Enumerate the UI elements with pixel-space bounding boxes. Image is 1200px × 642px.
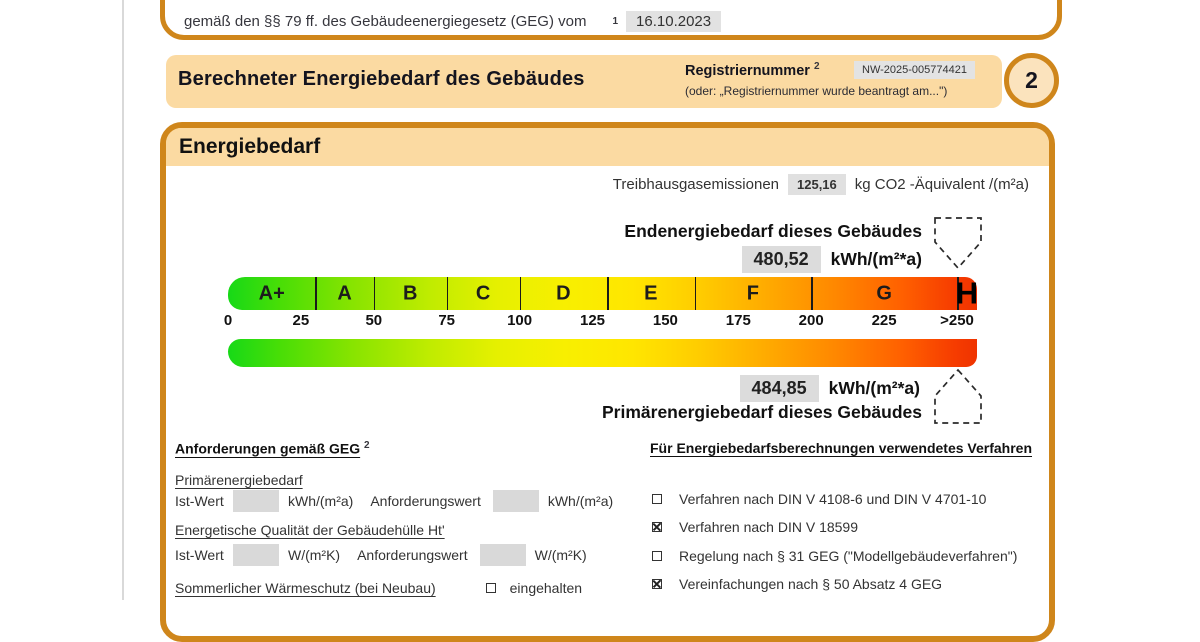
scale-class-E: E bbox=[644, 282, 657, 305]
verfahren-item-label: Vereinfachungen nach § 50 Absatz 4 GEG bbox=[679, 576, 942, 592]
anforderungswert-field[interactable] bbox=[493, 490, 539, 512]
verfahren-item-label: Regelung nach § 31 GEG ("Modellgebäudeve… bbox=[679, 548, 1017, 564]
scale-tick: 225 bbox=[872, 312, 897, 329]
end-energy-value-row: 480,52 kWh/(m²*a) bbox=[742, 246, 922, 273]
scale-tick: 150 bbox=[653, 312, 678, 329]
anforderungswert-label: Anforderungswert bbox=[357, 547, 468, 563]
scale-letter-bar: A+ A B C D E F G H bbox=[228, 277, 977, 310]
ist-wert-field[interactable] bbox=[233, 544, 279, 566]
primary-energy-unit: kWh/(m²*a) bbox=[829, 378, 920, 399]
geg-date-field[interactable]: 16.10.2023 bbox=[626, 11, 721, 32]
verfahren-item: Verfahren nach DIN V 18599 bbox=[652, 519, 1017, 536]
primary-energy-value-row: 484,85 kWh/(m²*a) bbox=[740, 375, 920, 402]
checkbox-unchecked[interactable] bbox=[652, 551, 662, 561]
envelope-quality-heading: Energetische Qualität der Gebäudehülle H… bbox=[175, 522, 445, 538]
scale-divider bbox=[520, 277, 522, 310]
checkbox-eingehalten[interactable] bbox=[486, 583, 496, 593]
verfahren-item-label: Verfahren nach DIN V 18599 bbox=[679, 519, 858, 535]
verfahren-item: Regelung nach § 31 GEG ("Modellgebäudeve… bbox=[652, 547, 1017, 564]
end-energy-marker-icon bbox=[930, 213, 986, 273]
verfahren-heading: Für Energiebedarfsberechnungen verwendet… bbox=[650, 440, 1032, 456]
verfahren-list: Verfahren nach DIN V 4108-6 und DIN V 47… bbox=[652, 490, 1017, 604]
scale-class-B: B bbox=[403, 282, 417, 305]
end-energy-value-field: 480,52 bbox=[742, 246, 821, 273]
ist-wert-unit: kWh/(m²a) bbox=[288, 493, 353, 509]
scale-tick: 50 bbox=[365, 312, 382, 329]
anforderungswert-field[interactable] bbox=[480, 544, 526, 566]
geg-intro-box: gemäß den §§ 79 ff. des Gebäudeenergiege… bbox=[160, 0, 1062, 40]
ghg-value-field: 125,16 bbox=[788, 174, 846, 195]
section-title: Berechneter Energiebedarf des Gebäudes bbox=[178, 68, 585, 91]
ist-wert-label: Ist-Wert bbox=[175, 547, 233, 563]
ist-wert-unit: W/(m²K) bbox=[288, 547, 340, 563]
requirements-heading: Anforderungen gemäß GEG 2 bbox=[175, 440, 370, 457]
ist-wert-field[interactable] bbox=[233, 490, 279, 512]
scale-tick: 175 bbox=[726, 312, 751, 329]
geg-intro-text: gemäß den §§ 79 ff. des Gebäudeenergiege… bbox=[184, 13, 586, 30]
scale-class-F: F bbox=[747, 282, 759, 305]
scale-class-H: H bbox=[956, 275, 978, 311]
footnote-2: 2 bbox=[814, 61, 820, 72]
registration-number-value: NW-2025-005774421 bbox=[854, 61, 975, 79]
scale-divider bbox=[695, 277, 697, 310]
verfahren-item: Vereinfachungen nach § 50 Absatz 4 GEG bbox=[652, 576, 1017, 593]
scale-tick: 200 bbox=[799, 312, 824, 329]
registration-number-label: Registriernummer 2 bbox=[685, 61, 820, 79]
anforderungswert-unit: W/(m²K) bbox=[535, 547, 587, 563]
scale-class-A: A bbox=[337, 282, 351, 305]
anforderungswert-unit: kWh/(m²a) bbox=[548, 493, 613, 509]
scale-class-G: G bbox=[876, 282, 892, 305]
ghg-row: Treibhausgasemissionen 125,16 kg CO2 -Äq… bbox=[613, 174, 1029, 195]
footnote-2: 2 bbox=[364, 440, 370, 451]
scale-class-C: C bbox=[476, 282, 490, 305]
primary-energy-label: Primärenergiebedarf dieses Gebäudes bbox=[602, 402, 922, 423]
energiebedarf-header: Energiebedarf bbox=[166, 128, 1049, 166]
primary-energy-value-field: 484,85 bbox=[740, 375, 819, 402]
energiebedarf-title: Energiebedarf bbox=[179, 135, 320, 159]
scale-class-D: D bbox=[556, 282, 570, 305]
checkbox-unchecked[interactable] bbox=[652, 494, 662, 504]
energiebedarf-box: Energiebedarf Treibhausgasemissionen 125… bbox=[160, 122, 1055, 642]
primary-requirement-heading: Primärenergiebedarf bbox=[175, 472, 303, 488]
verfahren-item-label: Verfahren nach DIN V 4108-6 und DIN V 47… bbox=[679, 491, 986, 507]
summer-heat-protection-row: Sommerlicher Wärmeschutz (bei Neubau) ei… bbox=[175, 580, 582, 596]
primary-energy-marker-icon bbox=[930, 366, 986, 428]
scale-gradient-bar bbox=[228, 339, 977, 367]
scale-tick: 0 bbox=[224, 312, 232, 329]
geg-intro-line: gemäß den §§ 79 ff. des Gebäudeenergiege… bbox=[184, 11, 721, 32]
verfahren-item: Verfahren nach DIN V 4108-6 und DIN V 47… bbox=[652, 490, 1017, 507]
scale-class-A+: A+ bbox=[259, 282, 285, 305]
scale-tick: 75 bbox=[438, 312, 455, 329]
footnote-1: 1 bbox=[612, 16, 618, 27]
scale-divider bbox=[607, 277, 609, 310]
primary-requirement-row: Ist-Wert kWh/(m²a) Anforderungswert kWh/… bbox=[175, 490, 613, 512]
summer-heat-protection-heading: Sommerlicher Wärmeschutz (bei Neubau) bbox=[175, 580, 436, 596]
page-edge-line bbox=[122, 0, 124, 600]
scale-divider bbox=[374, 277, 376, 310]
scale-tick: >250 bbox=[940, 312, 974, 329]
registration-number-note: (oder: „Registriernummer wurde beantragt… bbox=[685, 84, 947, 98]
scale-divider bbox=[315, 277, 317, 310]
ist-wert-label: Ist-Wert bbox=[175, 493, 233, 509]
checkbox-checked[interactable] bbox=[652, 522, 662, 532]
ghg-unit: kg CO2 -Äquivalent /(m²a) bbox=[855, 176, 1029, 193]
ghg-label: Treibhausgasemissionen bbox=[613, 176, 779, 193]
envelope-quality-row: Ist-Wert W/(m²K) Anforderungswert W/(m²K… bbox=[175, 544, 587, 566]
anforderungswert-label: Anforderungswert bbox=[370, 493, 481, 509]
scale-tick-row: 0255075100125150175200225>250 bbox=[228, 312, 977, 336]
scale-tick: 125 bbox=[580, 312, 605, 329]
scale-divider bbox=[811, 277, 813, 310]
eingehalten-label: eingehalten bbox=[510, 580, 582, 596]
end-energy-label: Endenergiebedarf dieses Gebäudes bbox=[624, 221, 922, 242]
energy-certificate-page: { "colors": { "accent_orange": "#CF861B"… bbox=[0, 0, 1200, 600]
checkbox-checked[interactable] bbox=[652, 579, 662, 589]
section-band: Berechneter Energiebedarf des Gebäudes R… bbox=[166, 55, 1002, 108]
scale-tick: 100 bbox=[507, 312, 532, 329]
page-number-badge: 2 bbox=[1004, 53, 1059, 108]
end-energy-unit: kWh/(m²*a) bbox=[831, 249, 922, 270]
scale-divider bbox=[447, 277, 449, 310]
scale-tick: 25 bbox=[293, 312, 310, 329]
